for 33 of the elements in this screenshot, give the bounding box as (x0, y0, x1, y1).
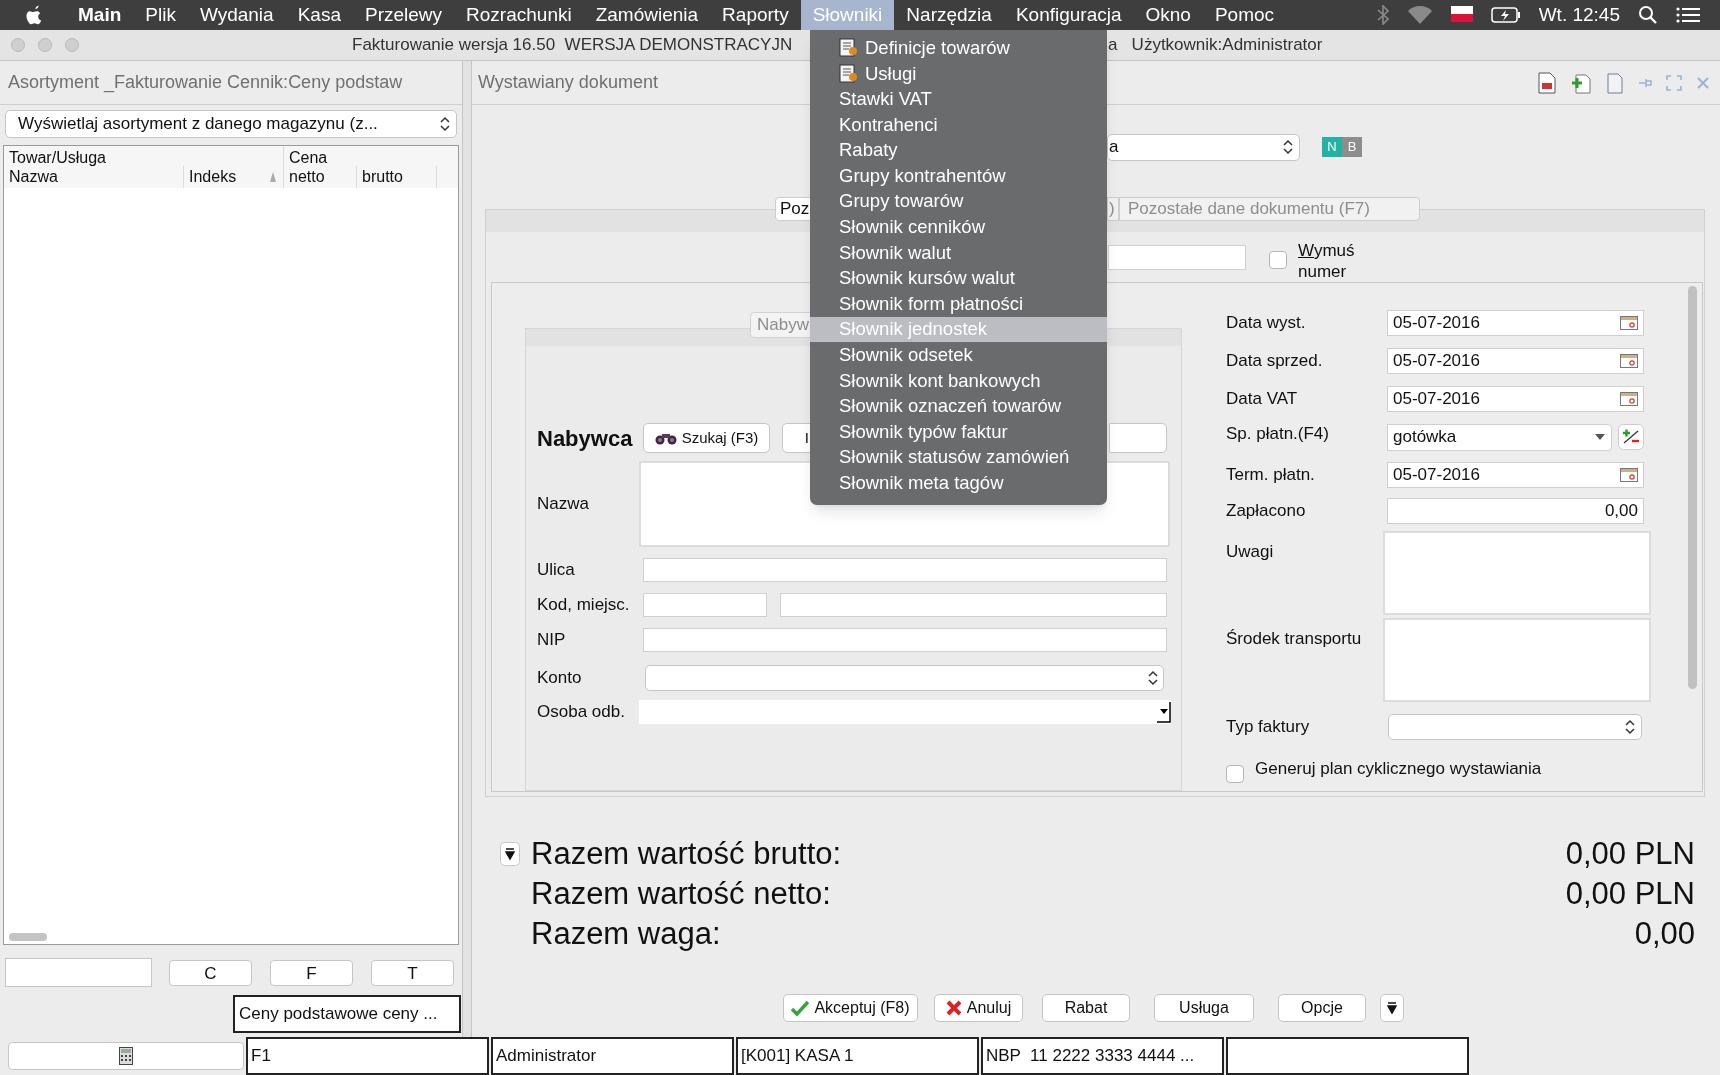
panel-title: Asortyment _Fakturowanie Cennik:Ceny podstaw (8, 71, 403, 95)
field-label: Kod, miejsc. (537, 594, 631, 617)
field-label: Środek transportu (1226, 628, 1363, 650)
panel-title: Wystawiany dokument (477, 71, 658, 94)
field-label: Ulica (537, 559, 576, 582)
total-value: 0,00 (1634, 914, 1695, 953)
field-label: Term. płatn. (1226, 464, 1316, 487)
field-label: Nazwa (537, 493, 590, 516)
field-label: Uwagi (1226, 541, 1275, 563)
checkbox-label: Wymuś numer (1298, 240, 1356, 282)
checkbox-label: Generuj plan cyklicznego wystawiania (1255, 758, 1542, 780)
field-label: Sp. płatn.(F4) (1226, 423, 1330, 446)
field-label: Zapłacono (1226, 500, 1307, 523)
total-label: Razem waga: (531, 914, 721, 953)
status-cell: F1 (246, 1037, 489, 1075)
column-group-header: Cena (288, 148, 328, 166)
status-cell: [K001] KASA 1 (736, 1037, 979, 1075)
field-label: Data sprzed. (1226, 350, 1324, 373)
total-label: Razem wartość netto: (531, 874, 831, 913)
section-heading: Nabywca (537, 424, 634, 453)
window-title: Fakturowanie wersja 16.50 WERSJA DEMONSTRACYJN (352, 34, 793, 57)
field-label: Data VAT (1226, 388, 1299, 411)
status-cell: Administrator (491, 1037, 734, 1075)
window-title: a Użytkownik:Administrator (1108, 34, 1323, 57)
total-label: Razem wartość brutto: (531, 834, 842, 873)
field-label: Data wyst. (1226, 312, 1307, 335)
total-value: 0,00 PLN (1565, 874, 1695, 913)
total-value: 0,00 PLN (1565, 834, 1695, 873)
field-label: Konto (537, 667, 583, 690)
field-label: Osoba odb. (537, 701, 626, 724)
field-label: Typ faktury (1226, 716, 1311, 739)
field-label: NIP (537, 629, 567, 652)
status-cell: NBP 11 2222 3333 4444 ... (981, 1037, 1224, 1075)
